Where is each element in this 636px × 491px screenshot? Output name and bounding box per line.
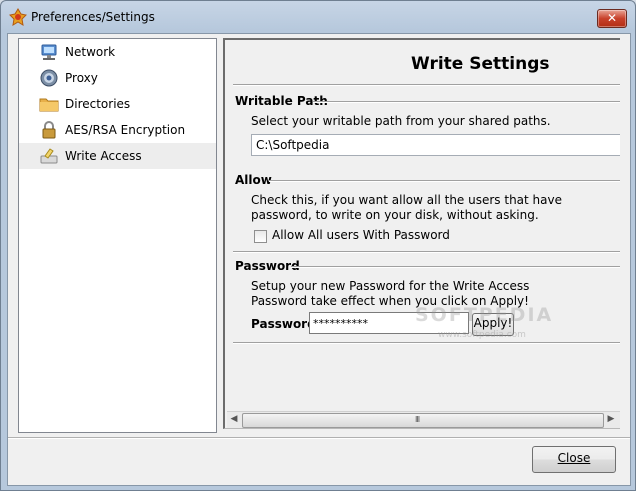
proxy-icon [40,69,58,87]
window-close-button[interactable]: ✕ [597,9,627,28]
scrollbar-thumb[interactable]: III [242,413,604,428]
writable-path-input[interactable] [251,134,620,156]
divider [233,342,620,344]
settings-sidebar: Network Proxy Directories AES/RSA Encryp… [18,38,217,433]
close-icon: ✕ [606,11,618,25]
panel-title: Write Settings [411,54,550,74]
divider [313,101,620,103]
title-bar[interactable]: Preferences/Settings ✕ [1,1,635,33]
sidebar-item-label: Network [65,45,116,59]
folder-icon [39,98,59,112]
watermark: SOFTPEDIA [415,304,554,326]
allow-description-line2: password, to write on your disk, without… [251,208,539,222]
writable-path-description: Select your writable path from your shar… [251,114,551,128]
divider [269,180,620,182]
network-icon [41,44,57,60]
window-title: Preferences/Settings [31,10,155,24]
scrollbar-grip: III [415,415,420,424]
scroll-right-icon[interactable]: ▶ [606,414,616,426]
close-button[interactable]: Close [532,446,616,473]
write-access-icon [40,148,58,164]
scroll-left-icon[interactable]: ◀ [229,414,239,426]
sidebar-item-proxy[interactable]: Proxy [19,65,216,91]
allow-description-line1: Check this, if you want allow all the us… [251,193,562,207]
sidebar-item-label: Directories [65,97,131,111]
preferences-window: Preferences/Settings ✕ Network Proxy Dir… [0,0,636,491]
write-settings-panel: Write Settings Writable Path Select your… [223,38,620,429]
divider [291,266,620,268]
watermark-url: www.softpedia.com [438,330,526,340]
sidebar-item-directories[interactable]: Directories [19,91,216,117]
lock-icon [42,121,56,139]
password-description-line1: Setup your new Password for the Write Ac… [251,279,530,293]
divider [233,84,620,86]
allow-all-users-checkbox[interactable] [254,230,267,243]
footer-divider [8,437,630,439]
allow-all-users-label[interactable]: Allow All users With Password [272,228,450,243]
sidebar-item-label: AES/RSA Encryption [65,123,186,137]
sidebar-item-label: Proxy [65,71,98,85]
sidebar-item-label: Write Access [65,149,142,163]
sidebar-item-encryption[interactable]: AES/RSA Encryption [19,117,216,143]
divider [233,251,620,253]
password-heading: Password [235,259,300,273]
allow-heading: Allow [235,173,272,187]
sidebar-item-network[interactable]: Network [19,39,216,65]
client-area: Network Proxy Directories AES/RSA Encryp… [7,33,631,486]
app-logo-icon [9,8,27,26]
sidebar-item-write-access[interactable]: Write Access [19,143,216,169]
horizontal-scrollbar[interactable]: ◀ III ▶ [227,411,620,428]
